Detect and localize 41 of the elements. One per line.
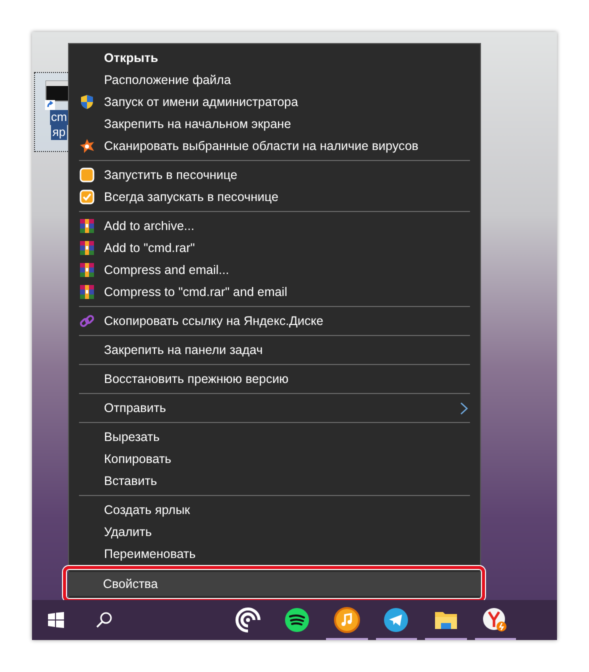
menu-item[interactable]: Открыть [69,47,480,69]
books-icon [79,218,95,234]
running-indicator [376,638,417,640]
menu-item[interactable]: Всегда запускать в песочнице [69,186,480,208]
books-icon [79,284,95,300]
menu-item[interactable]: Add to archive... [69,215,480,237]
rounded-square-icon [79,167,95,183]
books-icon [79,262,95,278]
paper-plane-icon[interactable] [383,607,410,633]
windows-logo-icon[interactable] [48,612,64,628]
menu-item[interactable]: Закрепить на панели задач [69,339,480,361]
running-indicator [474,638,516,640]
menu-item[interactable]: Создать ярлык [69,499,480,521]
menu-item[interactable]: Скопировать ссылку на Яндекс.Диске [69,310,480,332]
menu-item[interactable]: Отправить [69,397,480,419]
menu-item[interactable]: Вырезать [69,426,480,448]
menu-item[interactable]: Удалить [69,521,480,543]
browser-y-icon[interactable] [482,607,508,633]
running-indicator [425,638,466,640]
search-icon[interactable] [96,612,112,628]
menu-item[interactable]: Свойства [68,572,481,596]
menu-item[interactable]: Запустить в песочнице [69,164,480,186]
menu-item[interactable]: Восстановить прежнюю версию [69,368,480,390]
concentric-arcs-icon[interactable] [234,607,261,633]
menu-item[interactable]: Вставить [69,470,480,492]
shield-icon [79,94,95,110]
shortcut-label: cm [50,110,68,125]
books-icon [79,240,95,256]
menu-item[interactable]: Переименовать [69,543,480,565]
music-note-icon[interactable] [334,607,360,633]
spotify-icon[interactable] [284,607,310,633]
menu-item[interactable]: Копировать [69,448,480,470]
menu-item[interactable]: Compress and email... [69,259,480,281]
shortcut-label: яр [51,125,67,140]
menu-item[interactable]: Compress to "cmd.rar" and email [69,281,480,303]
star-splat-icon [79,138,95,154]
check-square-icon [79,189,95,205]
chain-link-icon [79,313,95,329]
running-indicator [326,638,368,640]
chevron-right-icon [460,402,468,414]
menu-item[interactable]: Add to "cmd.rar" [69,237,480,259]
